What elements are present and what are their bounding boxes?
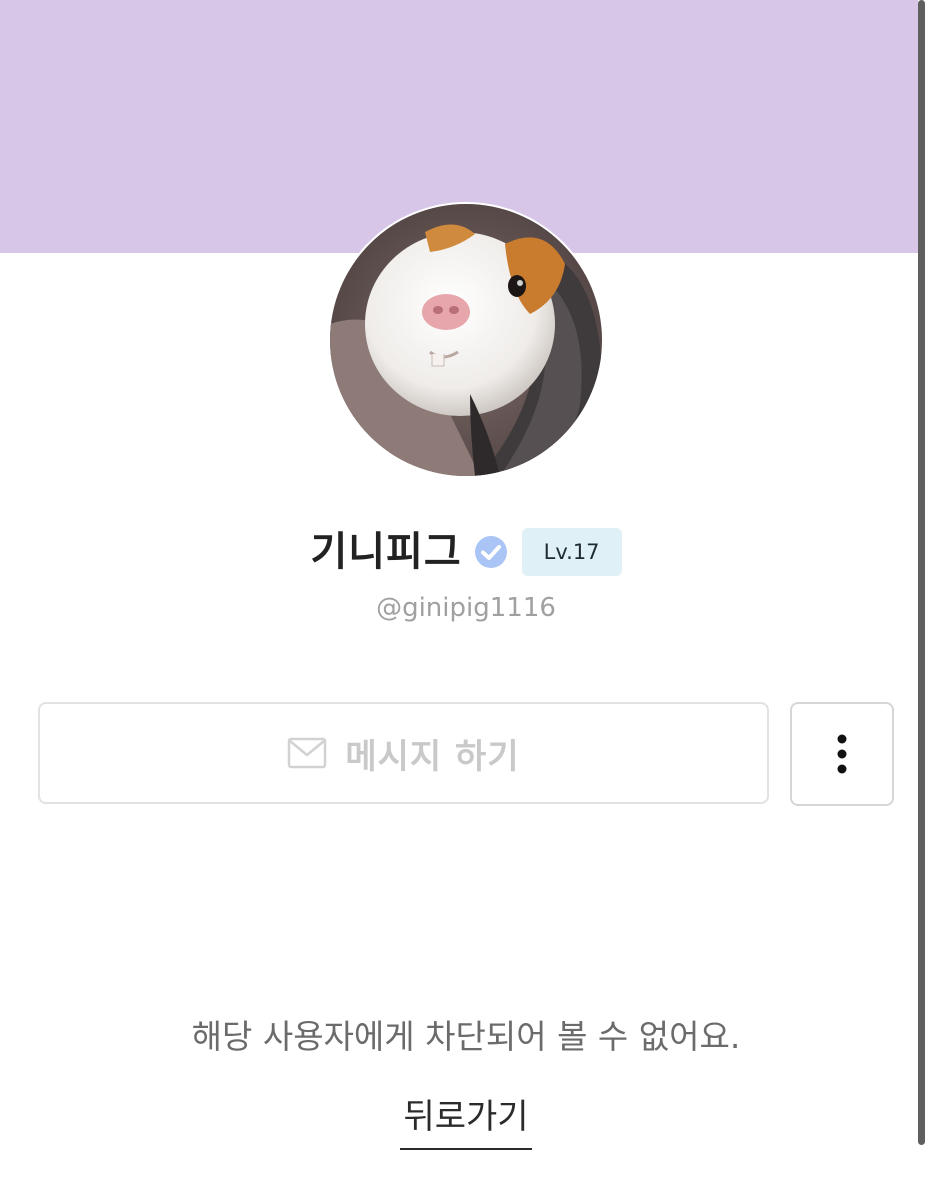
more-options-button[interactable] [790,702,894,806]
profile-name-row: 기니피그 Lv.17 [0,525,932,579]
user-handle: @ginipig1116 [376,593,556,623]
avatar [330,204,602,476]
user-name: 기니피그 [310,529,462,575]
profile-page: 기니피그 Lv.17 @ginipig1116 메시지 하기 해당 사용자에게 … [0,0,932,1200]
verified-check-icon [474,536,507,568]
level-badge: Lv.17 [521,528,622,576]
back-link[interactable]: 뒤로가기 [400,1092,532,1150]
blocked-message: 해당 사용자에게 차단되어 볼 수 없어요. [191,1017,741,1056]
more-vertical-icon [837,734,847,774]
message-button-label: 메시지 하기 [345,736,520,777]
message-button[interactable]: 메시지 하기 [38,702,769,804]
avatar-image [330,204,602,476]
mail-icon [288,737,327,769]
